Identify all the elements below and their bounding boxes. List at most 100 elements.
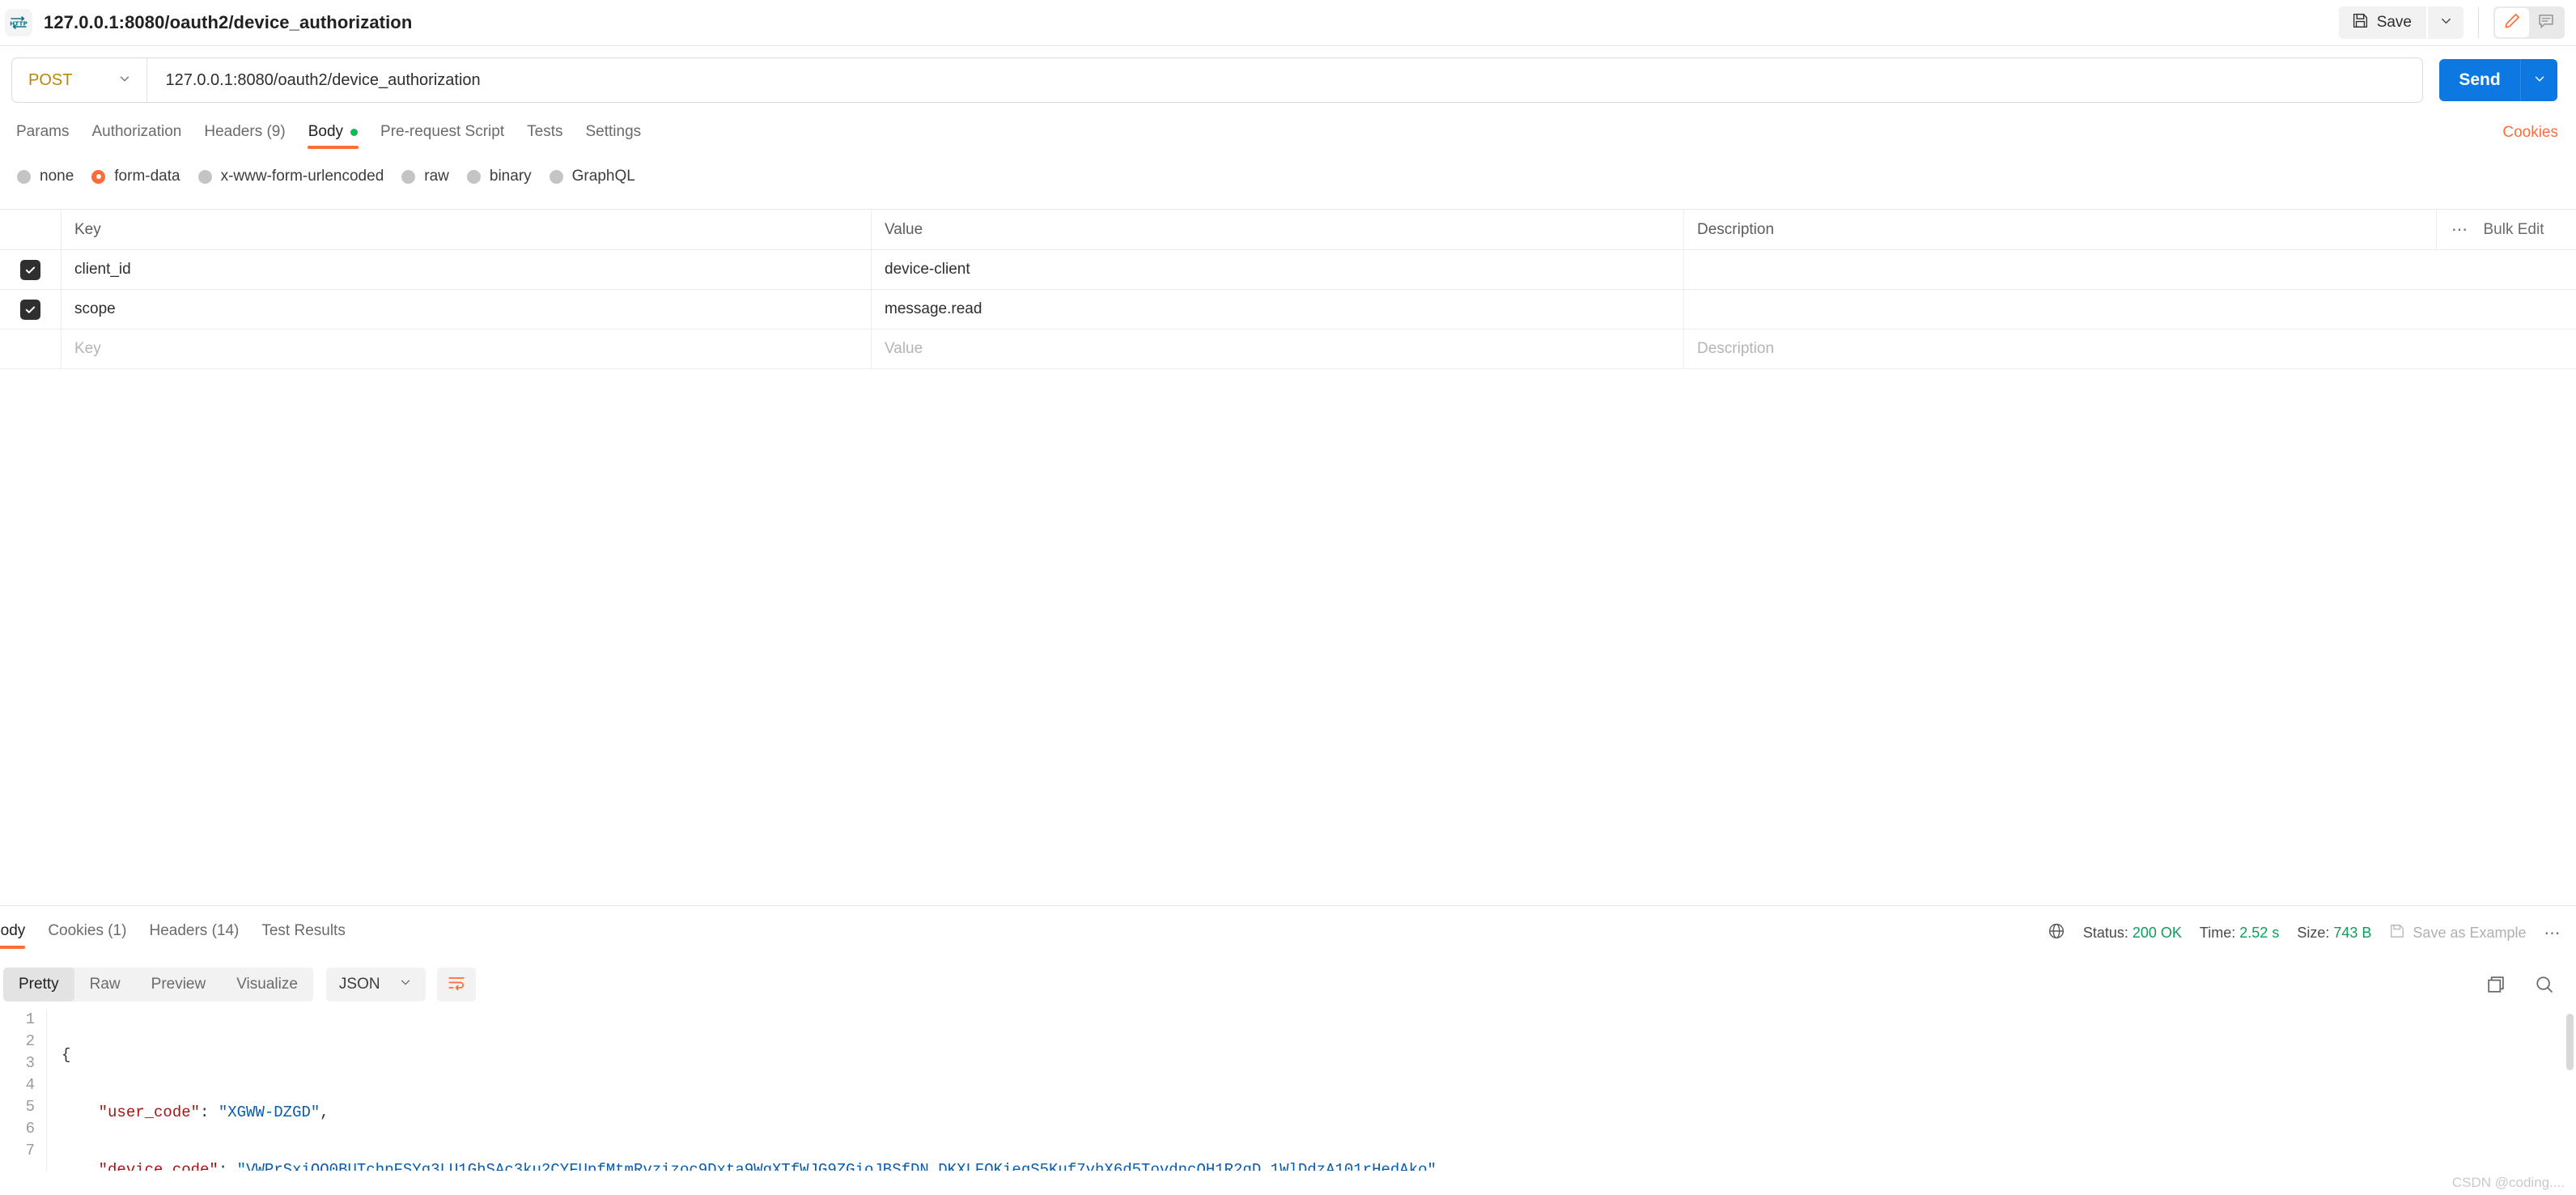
send-options-button[interactable] <box>2520 59 2557 101</box>
title-bar-actions: Save <box>2338 0 2576 45</box>
bulk-edit-button[interactable]: Bulk Edit <box>2484 221 2544 239</box>
time-label: Time: <box>2199 925 2236 941</box>
response-divider[interactable] <box>0 905 2576 906</box>
response-format-selector[interactable]: JSON <box>325 967 426 1002</box>
ellipsis-icon[interactable]: ⋯ <box>2451 219 2469 240</box>
viewer-mode-pretty[interactable]: Pretty <box>3 967 74 1002</box>
response-tab-headers-label: Headers (14) <box>149 922 240 939</box>
column-header-key: Key <box>62 210 872 249</box>
tab-tests[interactable]: Tests <box>516 115 574 149</box>
response-tab-test-results-label: Test Results <box>261 922 346 939</box>
body-type-raw[interactable]: raw <box>393 168 458 185</box>
new-row-description-input[interactable]: Description <box>1684 330 2576 368</box>
response-tab-headers[interactable]: Headers (14) <box>138 913 250 949</box>
code-line-2: "user_code": "XGWW-DZGD", <box>98 1104 329 1121</box>
row-description[interactable] <box>1684 290 2576 329</box>
viewer-mode-visualize[interactable]: Visualize <box>221 967 313 1002</box>
table-row[interactable]: scope message.read <box>0 290 2576 330</box>
new-row-key-input[interactable]: Key <box>62 330 872 368</box>
pencil-icon <box>2503 12 2521 34</box>
row-key[interactable]: client_id <box>62 250 872 289</box>
row-checkbox-cell <box>0 290 62 329</box>
vertical-scrollbar-thumb[interactable] <box>2566 1014 2574 1070</box>
body-type-x-www-form-urlencoded[interactable]: x-www-form-urlencoded <box>189 168 393 185</box>
time-value: 2.52 s <box>2239 925 2280 941</box>
json-value-user-code: "XGWW-DZGD" <box>218 1104 320 1121</box>
code-line-3: "device_code": "VWPrSxiQQ0BUTchpFSYq3LU1… <box>62 1159 1446 1171</box>
viewer-mode-raw[interactable]: Raw <box>74 967 136 1002</box>
table-row[interactable]: client_id device-client <box>0 250 2576 290</box>
response-tab-cookies[interactable]: Cookies (1) <box>36 913 138 949</box>
request-tabs: Params Authorization Headers (9) Body Pr… <box>0 115 2576 154</box>
radio-icon <box>549 169 563 184</box>
row-value[interactable]: message.read <box>872 290 1684 329</box>
response-viewer-toolbar: Pretty Raw Preview Visualize JSON <box>0 963 2576 1006</box>
save-button[interactable]: Save <box>2338 6 2426 39</box>
search-icon[interactable] <box>2534 974 2555 995</box>
floppy-icon <box>2352 12 2369 34</box>
row-checkbox[interactable] <box>20 299 40 320</box>
url-input-wrapper: POST 127.0.0.1:8080/oauth2/device_author… <box>11 57 2423 103</box>
response-tab-body[interactable]: Body <box>0 913 36 949</box>
row-key[interactable]: scope <box>62 290 872 329</box>
header-check-cell <box>0 210 62 249</box>
comments-button[interactable] <box>2529 8 2563 37</box>
http-icon: HTTP <box>5 9 32 36</box>
radio-icon <box>401 169 416 184</box>
send-button[interactable]: Send <box>2439 59 2520 101</box>
line-number: 3 <box>25 1054 35 1072</box>
postman-window: HTTP 127.0.0.1:8080/oauth2/device_author… <box>0 0 2576 1195</box>
response-format-label: JSON <box>338 976 380 993</box>
tab-settings-label: Settings <box>585 123 642 140</box>
row-checkbox-cell <box>0 250 62 289</box>
response-tab-test-results[interactable]: Test Results <box>250 913 356 949</box>
tab-body[interactable]: Body <box>297 115 369 149</box>
response-status-bar: Status: 200 OK Time: 2.52 s Size: 743 B … <box>2048 922 2561 944</box>
json-key-user-code: "user_code" <box>98 1104 201 1121</box>
body-type-binary[interactable]: binary <box>458 168 541 185</box>
row-checkbox[interactable] <box>20 259 40 280</box>
view-mode-group <box>2493 6 2565 39</box>
chevron-down-icon <box>2532 71 2547 90</box>
tab-authorization[interactable]: Authorization <box>80 115 193 149</box>
body-type-graphql[interactable]: GraphQL <box>541 168 644 185</box>
cookies-link[interactable]: Cookies <box>2502 124 2558 142</box>
row-value[interactable]: device-client <box>872 250 1684 289</box>
tab-headers[interactable]: Headers (9) <box>193 115 296 149</box>
save-options-button[interactable] <box>2428 6 2464 39</box>
request-title: 127.0.0.1:8080/oauth2/device_authorizati… <box>44 12 413 32</box>
status-value: 200 OK <box>2132 925 2182 941</box>
response-body-code[interactable]: 1 2 3 4 5 6 7 { "user_code": "XGWW-DZGD"… <box>0 1009 2576 1171</box>
body-type-urlencoded-label: x-www-form-urlencoded <box>220 168 384 185</box>
save-as-example-button[interactable]: Save as Example <box>2389 923 2527 943</box>
tab-pre-request-script[interactable]: Pre-request Script <box>369 115 516 149</box>
body-type-form-data[interactable]: form-data <box>83 168 189 185</box>
tab-pre-request-script-label: Pre-request Script <box>380 123 505 140</box>
tab-headers-label: Headers (9) <box>204 123 286 140</box>
radio-icon <box>197 169 212 184</box>
url-input[interactable]: 127.0.0.1:8080/oauth2/device_authorizati… <box>147 71 2422 90</box>
radio-icon <box>17 169 31 184</box>
method-selector[interactable]: POST <box>12 58 148 102</box>
status-text: Status: 200 OK <box>2083 925 2182 942</box>
toolbar-divider <box>2478 7 2479 38</box>
url-bar: POST 127.0.0.1:8080/oauth2/device_author… <box>11 57 2565 104</box>
json-brace-open: { <box>62 1046 71 1064</box>
column-header-value: Value <box>872 210 1684 249</box>
table-row-empty[interactable]: Key Value Description <box>0 330 2576 369</box>
edit-mode-button[interactable] <box>2495 8 2529 37</box>
word-wrap-button[interactable] <box>436 967 476 1002</box>
comment-icon <box>2537 12 2555 34</box>
tab-settings[interactable]: Settings <box>575 115 653 149</box>
viewer-mode-group: Pretty Raw Preview Visualize <box>3 967 313 1002</box>
tab-params[interactable]: Params <box>5 115 80 149</box>
row-description[interactable] <box>1684 250 2576 289</box>
new-row-value-input[interactable]: Value <box>872 330 1684 368</box>
time-text: Time: 2.52 s <box>2200 925 2279 942</box>
copy-icon[interactable] <box>2485 974 2506 995</box>
body-type-none[interactable]: none <box>8 168 83 185</box>
response-more-button[interactable]: ⋯ <box>2544 923 2562 943</box>
viewer-mode-preview[interactable]: Preview <box>136 967 222 1002</box>
json-value-device-code: "VWPrSxiQQ0BUTchpFSYq3LU1GhSAc3ku2CYFUpf… <box>236 1161 1437 1171</box>
save-button-label: Save <box>2376 14 2412 31</box>
